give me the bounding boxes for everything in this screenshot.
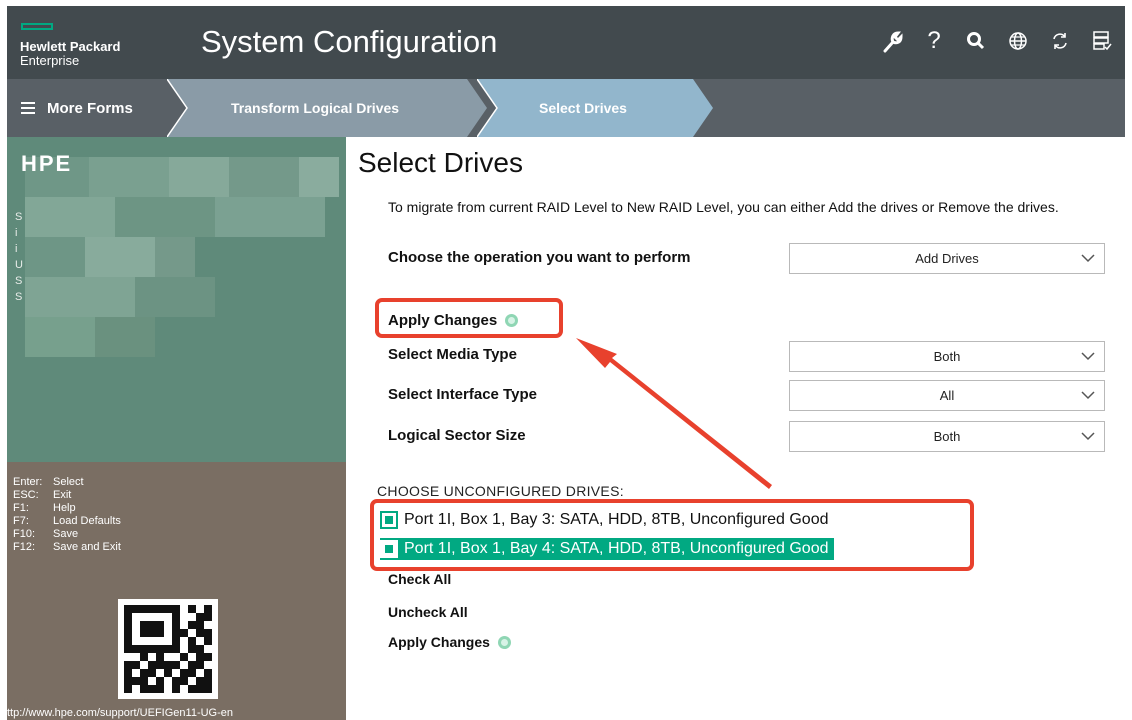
annotation-box-apply	[375, 298, 563, 338]
search-icon[interactable]	[965, 28, 987, 54]
key-row: Enter: Select	[13, 476, 121, 489]
chevron-down-icon	[1081, 432, 1095, 441]
more-forms-button[interactable]: More Forms	[21, 79, 133, 137]
breadcrumb-label: Transform Logical Drives	[231, 100, 400, 116]
key-row: F7: Load Defaults	[13, 515, 121, 528]
uncheck-all-button[interactable]: Uncheck All	[388, 604, 468, 620]
wrench-icon[interactable]	[881, 28, 903, 54]
operation-label: Choose the operation you want to perform	[388, 249, 691, 266]
key-legend: Enter: Select ESC: Exit F1: Help F7: Load De…	[13, 476, 121, 554]
chevron-down-icon	[1081, 254, 1095, 263]
panel-side-text: S i i U S S	[15, 211, 23, 303]
hamburger-icon	[21, 102, 35, 114]
drives-section-heading: CHOOSE UNCONFIGURED DRIVES:	[377, 483, 624, 499]
key-action: Help	[53, 502, 76, 514]
key-action: Exit	[53, 489, 72, 501]
sector-size-label: Logical Sector Size	[388, 427, 526, 444]
operation-select-value: Add Drives	[915, 251, 979, 266]
key-name: F12:	[13, 541, 36, 553]
brand-line2: Enterprise	[20, 53, 80, 68]
globe-icon[interactable]	[1007, 28, 1029, 54]
app-title: System Configuration	[201, 24, 498, 59]
operation-select[interactable]: Add Drives	[789, 243, 1105, 274]
brand-line1: Hewlett Packard	[20, 39, 121, 54]
blurred-system-info	[25, 157, 345, 357]
panel-title: HPE	[21, 151, 73, 176]
breadcrumb: More Forms Transform Logical Drives Sele…	[7, 79, 1125, 137]
page-description: To migrate from current RAID Level to Ne…	[388, 199, 1059, 215]
key-name: Enter:	[13, 476, 43, 488]
check-all-button[interactable]: Check All	[388, 571, 451, 587]
chevron-down-icon	[1081, 352, 1095, 361]
key-name: F10:	[13, 528, 36, 540]
system-info-panel: HPE S i i U S S	[7, 137, 346, 462]
media-type-label: Select Media Type	[388, 346, 517, 363]
qr-code	[118, 599, 218, 699]
apply-changes-label: Apply Changes	[388, 634, 490, 650]
apply-changes-bottom-button[interactable]: Apply Changes	[388, 634, 511, 650]
annotation-box-drives	[370, 499, 974, 571]
key-action: Save and Exit	[53, 541, 121, 553]
qr-code-pattern	[124, 605, 212, 693]
breadcrumb-transform-logical-drives[interactable]: Transform Logical Drives	[167, 79, 487, 137]
hpe-logo-icon	[21, 23, 53, 30]
app-header: Hewlett Packard Enterprise System Config…	[7, 6, 1125, 79]
key-row: F1: Help	[13, 502, 121, 515]
server-icon[interactable]	[1091, 28, 1113, 54]
key-name: F1:	[13, 502, 29, 514]
interface-type-select-value: All	[939, 388, 955, 403]
key-row: F10: Save	[13, 528, 121, 541]
key-action: Save	[53, 528, 79, 540]
apply-status-icon	[497, 635, 511, 649]
refresh-icon[interactable]	[1049, 28, 1071, 54]
page-title: Select Drives	[358, 147, 523, 178]
key-name: F7:	[13, 515, 29, 527]
sector-size-select-value: Both	[933, 429, 961, 444]
chevron-down-icon	[1081, 391, 1095, 400]
support-url: ttp://www.hpe.com/support/UEFIGen11-UG-e…	[7, 707, 233, 719]
interface-type-select[interactable]: All	[789, 380, 1105, 411]
brand-logo: Hewlett Packard Enterprise	[20, 40, 120, 68]
key-row: ESC: Exit	[13, 489, 121, 502]
breadcrumb-select-drives[interactable]: Select Drives	[477, 79, 713, 137]
key-name: ESC:	[13, 489, 39, 501]
help-icon[interactable]: ?	[923, 27, 945, 54]
breadcrumb-label: Select Drives	[539, 100, 627, 116]
sector-size-select[interactable]: Both	[789, 421, 1105, 452]
more-forms-label: More Forms	[47, 99, 133, 117]
media-type-select-value: Both	[933, 349, 961, 364]
media-type-select[interactable]: Both	[789, 341, 1105, 372]
key-action: Select	[53, 476, 84, 488]
key-row: F12: Save and Exit	[13, 541, 121, 554]
key-action: Load Defaults	[53, 515, 121, 527]
keyboard-help-panel: Enter: Select ESC: Exit F1: Help F7: Load De…	[7, 462, 346, 720]
interface-type-label: Select Interface Type	[388, 386, 537, 403]
header-toolbar: ?	[881, 27, 1113, 54]
